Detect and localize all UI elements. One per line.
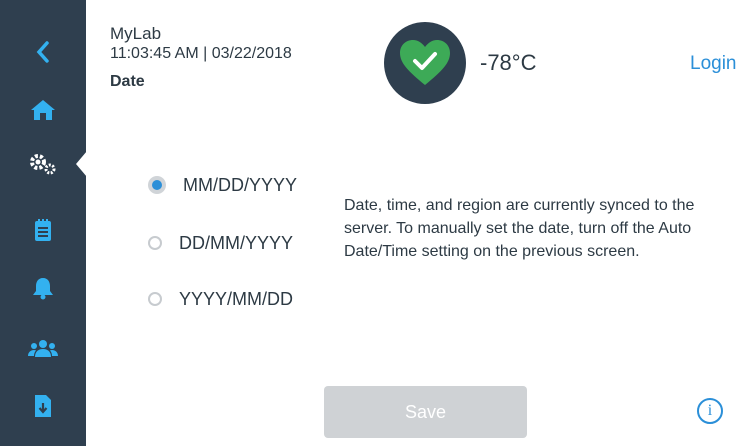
date-format-option[interactable]: MM/DD/YYYY	[148, 171, 297, 199]
radio-button[interactable]	[148, 236, 162, 250]
device-name: MyLab	[110, 24, 162, 43]
radio-button[interactable]	[148, 292, 162, 306]
active-indicator	[76, 151, 87, 177]
radio-label: DD/MM/YYYY	[179, 232, 294, 253]
users-icon	[28, 340, 58, 357]
login-link[interactable]: Login	[690, 53, 737, 75]
home-icon	[31, 100, 55, 120]
date-format-option[interactable]: DD/MM/YYYY	[148, 229, 293, 257]
file-download-icon	[35, 395, 51, 417]
radio-label: YYYY/MM/DD	[179, 288, 294, 309]
page-title: Date	[110, 73, 145, 90]
date-format-option[interactable]: YYYY/MM/DD	[148, 285, 293, 313]
sidebar-nav	[0, 0, 87, 446]
home-button[interactable]	[0, 90, 86, 130]
radio-button-selected[interactable]	[148, 176, 166, 194]
bell-icon	[33, 278, 53, 300]
sync-info-text: Date, time, and region are currently syn…	[344, 197, 695, 260]
chevron-left-icon	[36, 41, 49, 63]
temperature-readout: -78°C	[480, 50, 537, 75]
radio-label: MM/DD/YYYY	[183, 174, 298, 195]
clipboard-icon	[35, 219, 51, 241]
export-button[interactable]	[0, 386, 86, 426]
back-button[interactable]	[0, 32, 86, 72]
gears-icon	[30, 154, 56, 175]
save-button[interactable]: Save	[324, 386, 527, 438]
calendar-button[interactable]	[0, 210, 86, 250]
users-button[interactable]	[0, 328, 86, 368]
info-icon[interactable]: i	[697, 398, 723, 424]
heart-check-icon	[400, 40, 450, 85]
status-indicator	[384, 22, 466, 104]
settings-button[interactable]	[0, 144, 86, 184]
alarms-button[interactable]	[0, 268, 86, 308]
current-datetime: 11:03:45 AM | 03/22/2018	[110, 45, 292, 62]
